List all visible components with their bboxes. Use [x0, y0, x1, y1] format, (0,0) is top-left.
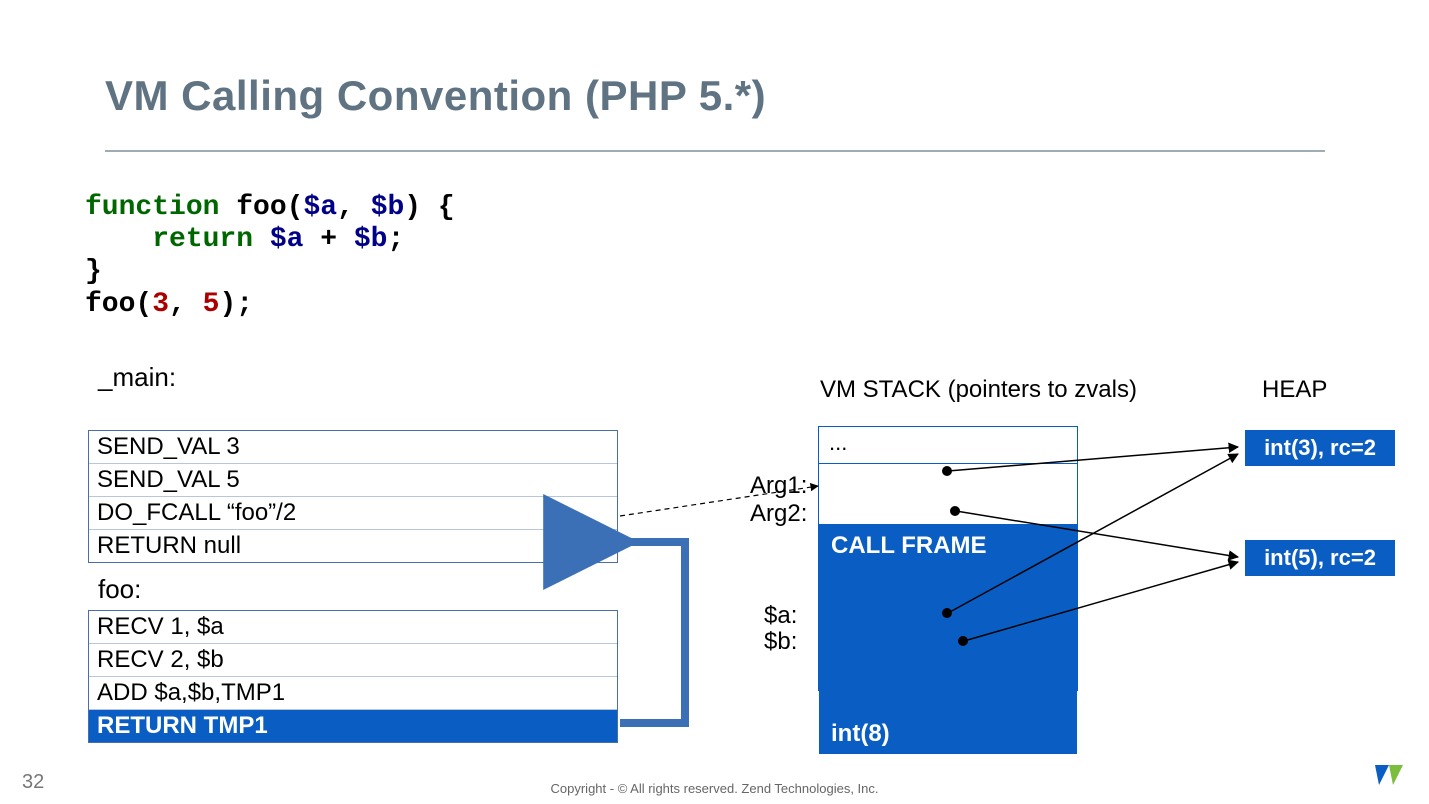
pointer-dot: [942, 608, 952, 618]
code-pun: ;: [387, 224, 404, 255]
pointer-dot: [958, 636, 968, 646]
vm-stack-label: VM STACK (pointers to zvals): [820, 376, 1137, 404]
code-var: $a: [270, 224, 304, 255]
op-row: RECV 2, $b: [89, 644, 617, 677]
title-rule: [105, 150, 1325, 152]
code-num: 3: [152, 289, 169, 320]
op-row-active: RETURN TMP1: [89, 710, 617, 742]
call-frame-label: CALL FRAME: [819, 524, 1077, 566]
slide-title: VM Calling Convention (PHP 5.*): [105, 72, 766, 120]
zend-logo-icon: [1375, 765, 1411, 794]
pointer-dot: [942, 466, 952, 476]
code-var: $b: [354, 224, 388, 255]
code-pun: ) {: [404, 192, 454, 223]
code-pun: +: [303, 224, 353, 255]
code-return: return: [152, 224, 270, 255]
section-main-label: _main:: [98, 362, 176, 393]
var-a-label: $a:: [764, 602, 797, 630]
code-var: $a: [303, 192, 337, 223]
op-row: DO_FCALL “foo”/2: [89, 497, 617, 530]
code-block: function foo($a, $b) { return $a + $b; }…: [85, 192, 455, 321]
stack-body: CALL FRAME int(8): [819, 524, 1077, 754]
main-op-table: SEND_VAL 3 SEND_VAL 5 DO_FCALL “foo”/2 R…: [88, 430, 618, 563]
heap-label: HEAP: [1262, 376, 1327, 404]
code-var: $b: [371, 192, 405, 223]
code-pun: ,: [337, 192, 371, 223]
foo-op-table: RECV 1, $a RECV 2, $b ADD $a,$b,TMP1 RET…: [88, 610, 618, 743]
code-num: 5: [203, 289, 220, 320]
copyright: Copyright - © All rights reserved. Zend …: [0, 781, 1429, 796]
op-row: SEND_VAL 5: [89, 464, 617, 497]
op-row: RETURN null: [89, 530, 617, 562]
section-foo-label: foo:: [98, 574, 141, 605]
heap-value-2: int(5), rc=2: [1245, 540, 1395, 576]
var-b-label: $b:: [764, 628, 797, 656]
stack-top-row: ...: [819, 427, 1077, 464]
code-pun: ,: [169, 289, 203, 320]
code-pun: (: [287, 192, 304, 223]
code-fn: foo: [85, 289, 135, 320]
op-row: RECV 1, $a: [89, 611, 617, 644]
arg1-label: Arg1:: [750, 472, 807, 500]
code-pun: }: [85, 256, 102, 287]
code-indent: [85, 224, 152, 255]
code-kw: function: [85, 192, 236, 223]
op-row: SEND_VAL 3: [89, 431, 617, 464]
arg2-label: Arg2:: [750, 500, 807, 528]
code-pun: (: [135, 289, 152, 320]
code-fn: foo: [236, 192, 286, 223]
pointer-dot: [950, 506, 960, 516]
heap-value-1: int(3), rc=2: [1245, 430, 1395, 466]
stack-int8: int(8): [831, 720, 890, 748]
code-pun: );: [219, 289, 253, 320]
op-row: ADD $a,$b,TMP1: [89, 677, 617, 710]
